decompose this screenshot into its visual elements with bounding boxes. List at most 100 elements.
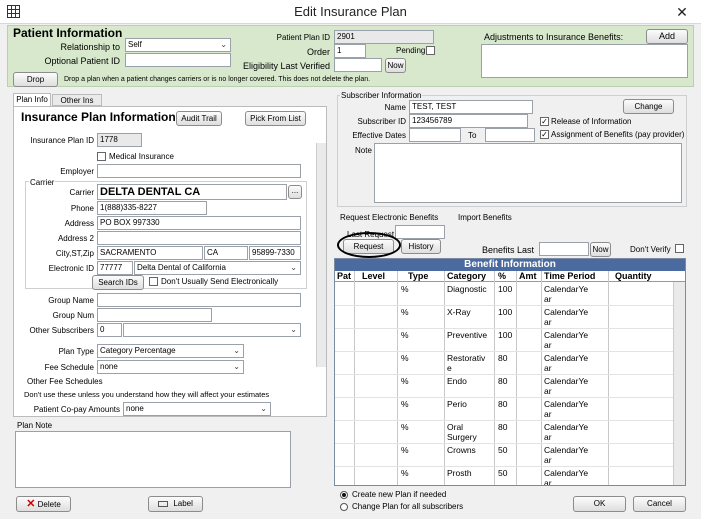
benefit-type: % — [401, 284, 409, 294]
benefit-row[interactable]: % Preventive 100 CalendarYe ar — [335, 329, 673, 352]
city-input[interactable]: SACRAMENTO — [97, 246, 203, 260]
electronic-id-input[interactable]: 77777 — [97, 261, 133, 275]
benefit-time-period-cont: ar — [544, 386, 552, 396]
eligibility-now-button[interactable]: Now — [385, 58, 406, 73]
carrier-input[interactable]: DELTA DENTAL CA — [97, 184, 287, 200]
electronic-id-select[interactable]: Delta Dental of California ⌄ — [134, 261, 301, 275]
patient-plan-id-value: 2901 — [334, 30, 434, 44]
eligibility-input[interactable] — [334, 58, 382, 72]
drop-button[interactable]: Drop — [13, 72, 58, 87]
benefit-row[interactable]: % Perio 80 CalendarYe ar — [335, 398, 673, 421]
phone-label: Phone — [70, 204, 94, 213]
relationship-select[interactable]: Self ⌄ — [125, 38, 231, 52]
group-num-label: Group Num — [52, 311, 94, 320]
add-adjustment-button[interactable]: Add — [646, 29, 688, 44]
benefits-now-button[interactable]: Now — [590, 242, 611, 257]
patient-plan-id-label: Patient Plan ID — [276, 33, 330, 42]
benefit-row[interactable]: % Prosth 50 CalendarYe ar — [335, 467, 673, 485]
copay-select[interactable]: none ⌄ — [123, 402, 271, 416]
adjustments-label: Adjustments to Insurance Benefits: — [484, 32, 624, 42]
carrier-label: Carrier — [69, 188, 94, 197]
delete-button[interactable]: ✕ Delete — [16, 496, 71, 512]
plan-type-select[interactable]: Category Percentage ⌄ — [97, 344, 244, 358]
cancel-button[interactable]: Cancel — [633, 496, 686, 512]
release-of-information-checkbox[interactable]: ✓ — [540, 117, 549, 126]
order-input[interactable]: 1 — [334, 44, 366, 58]
other-fee-schedules-label: Other Fee Schedules — [27, 377, 103, 386]
medical-insurance-checkbox[interactable] — [97, 152, 106, 161]
fee-schedule-select[interactable]: none ⌄ — [97, 360, 244, 374]
change-plan-all-radio[interactable] — [340, 503, 348, 511]
delete-x-icon: ✕ — [26, 498, 36, 510]
benefit-time-period: CalendarYe — [544, 284, 589, 294]
city-state-zip-label: City,ST,Zip — [55, 249, 94, 258]
phone-input[interactable]: 1(888)335-8227 — [97, 201, 207, 215]
address-input[interactable]: PO BOX 997330 — [97, 216, 301, 230]
tab-other-ins-info[interactable]: Other Ins Info — [52, 94, 102, 116]
benefit-percent: 100 — [498, 330, 513, 340]
benefit-row[interactable]: % Restorativ e 80 CalendarYe ar — [335, 352, 673, 375]
effective-start-input[interactable] — [409, 128, 461, 142]
benefit-percent: 80 — [498, 353, 508, 363]
benefits-last-input[interactable] — [539, 242, 589, 256]
eligibility-label: Eligibility Last Verified — [242, 61, 330, 71]
group-name-input[interactable] — [97, 293, 301, 307]
subscriber-note-textarea[interactable] — [374, 143, 682, 203]
benefit-row[interactable]: % Crowns 50 CalendarYe ar — [335, 444, 673, 467]
search-ids-button[interactable]: Search IDs — [92, 275, 144, 290]
change-plan-all-label: Change Plan for all subscribers — [352, 502, 464, 511]
carrier-group-label: Carrier — [29, 178, 56, 188]
carrier-browse-button[interactable]: ... — [288, 185, 302, 199]
benefit-percent: 80 — [498, 422, 508, 432]
label-button[interactable]: Label — [148, 496, 203, 512]
state-input[interactable]: CA — [204, 246, 248, 260]
col-pat: Pat — [337, 271, 352, 281]
create-new-plan-radio[interactable] — [340, 491, 348, 499]
benefit-row[interactable]: % Endo 80 CalendarYe ar — [335, 375, 673, 398]
audit-trail-button[interactable]: Audit Trail — [176, 111, 222, 126]
optional-patient-id-input[interactable] — [125, 53, 231, 67]
subscriber-name-label: Name — [384, 103, 406, 112]
assignment-of-benefits-checkbox[interactable]: ✓ — [540, 130, 549, 139]
zip-input[interactable]: 95899-7330 — [249, 246, 301, 260]
address2-input[interactable] — [97, 231, 301, 245]
history-button[interactable]: History — [401, 239, 441, 254]
benefit-row[interactable]: % X-Ray 100 CalendarYe ar — [335, 306, 673, 329]
benefit-percent: 80 — [498, 399, 508, 409]
subscriber-id-input[interactable]: 123456789 — [409, 114, 528, 128]
title-bar: Edit Insurance Plan ✕ — [0, 0, 701, 24]
effective-end-input[interactable] — [485, 128, 535, 142]
last-request-input[interactable] — [395, 225, 445, 239]
dont-send-electronically-checkbox[interactable] — [149, 277, 158, 286]
benefit-type: % — [401, 422, 409, 432]
group-num-input[interactable] — [97, 308, 212, 322]
tab-plan-info[interactable]: Plan Info — [13, 93, 51, 106]
other-subscribers-select[interactable]: ⌄ — [123, 323, 301, 337]
dont-verify-checkbox[interactable] — [675, 244, 684, 253]
benefit-row[interactable]: % Diagnostic 100 CalendarYe ar — [335, 283, 673, 306]
employer-input[interactable] — [97, 164, 301, 178]
benefit-category-cont: e — [447, 363, 452, 373]
benefit-type: % — [401, 330, 409, 340]
benefit-time-period-cont: ar — [544, 317, 552, 327]
pick-from-list-button[interactable]: Pick From List — [245, 111, 306, 126]
other-subscribers-count: 0 — [97, 323, 122, 337]
copay-label: Patient Co-pay Amounts — [33, 405, 120, 414]
col-amt: Amt — [519, 271, 537, 281]
benefit-time-period: CalendarYe — [544, 353, 589, 363]
plan-note-textarea[interactable] — [15, 431, 291, 488]
close-icon[interactable]: ✕ — [670, 3, 694, 21]
change-subscriber-button[interactable]: Change — [623, 99, 674, 114]
benefit-type: % — [401, 468, 409, 478]
ok-button[interactable]: OK — [573, 496, 626, 512]
benefit-grid-scrollbar[interactable] — [673, 282, 685, 485]
benefit-type: % — [401, 307, 409, 317]
to-label: To — [468, 131, 477, 140]
col-category: Category — [447, 271, 487, 281]
benefit-row[interactable]: % Oral Surgery 80 CalendarYe ar — [335, 421, 673, 444]
plan-scrollbar[interactable] — [316, 143, 326, 367]
benefit-category: Diagnostic — [447, 284, 487, 294]
pending-checkbox[interactable] — [426, 46, 435, 55]
benefit-time-period: CalendarYe — [544, 307, 589, 317]
adjustments-list[interactable] — [481, 44, 688, 78]
